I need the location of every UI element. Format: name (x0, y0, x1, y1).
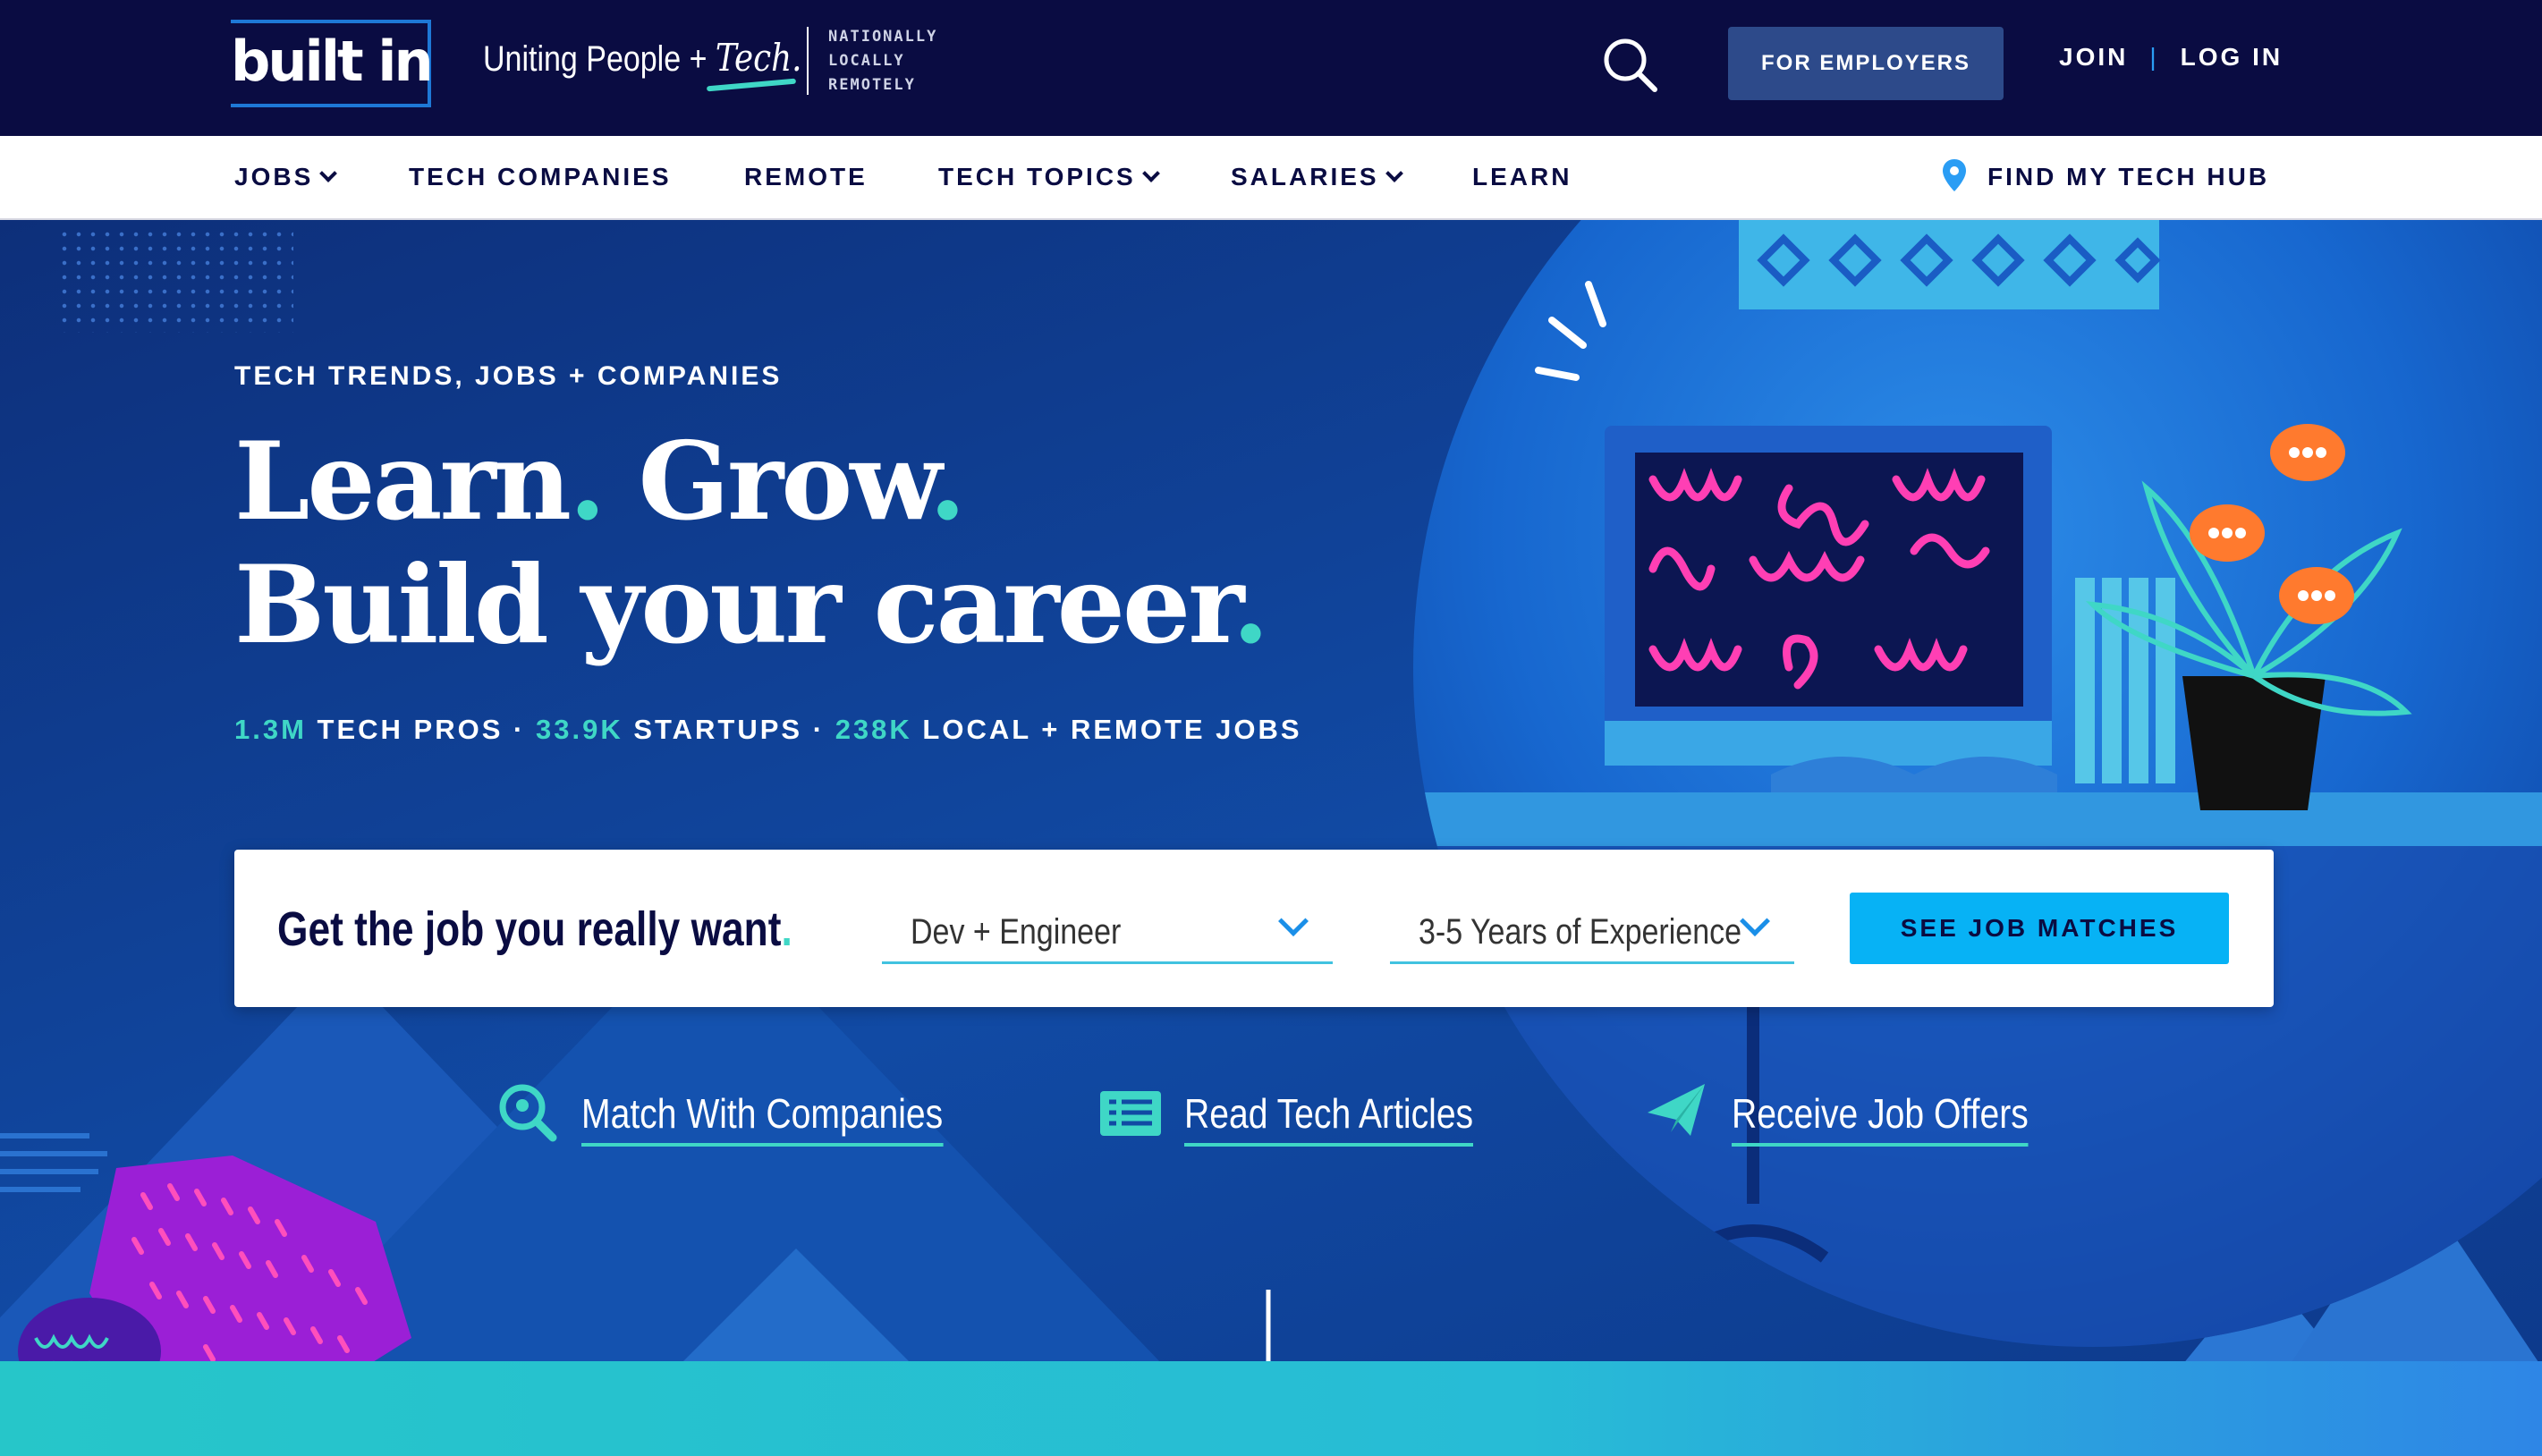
feature-label: Receive Job Offers (1732, 1089, 2029, 1147)
reach-nationally: NATIONALLY (828, 28, 938, 46)
nav-learn[interactable]: LEARN (1472, 163, 1572, 191)
builtin-logo[interactable]: built in (231, 21, 434, 102)
headline-learn: Learn (234, 419, 572, 545)
search-icon[interactable] (1601, 36, 1660, 95)
headline-grow: Grow (638, 419, 932, 545)
reach-list: NATIONALLY LOCALLY REMOTELY (828, 25, 937, 97)
hero-section: TECH TRENDS, JOBS + COMPANIES Learn. Gro… (0, 220, 2542, 1361)
job-card-title-text: Get the job you really want (277, 902, 782, 956)
nav-tech-companies[interactable]: TECH COMPANIES (409, 163, 672, 191)
nav-tech-topics-label: TECH TOPICS (938, 163, 1136, 190)
stat-startups-label: STARTUPS (633, 714, 803, 745)
hero-eyebrow: TECH TRENDS, JOBS + COMPANIES (234, 361, 783, 391)
hero-headline: Learn. Grow. Build your career. (234, 420, 1269, 668)
see-job-matches-button[interactable]: SEE JOB MATCHES (1850, 893, 2229, 964)
nav-remote[interactable]: REMOTE (744, 163, 868, 191)
nav-salaries[interactable]: SALARIES (1231, 163, 1403, 191)
main-nav: JOBS TECH COMPANIES REMOTE TECH TOPICS S… (0, 136, 2542, 220)
reach-locally: LOCALLY (828, 52, 905, 70)
desk-scene-art (1413, 220, 2542, 1347)
for-employers-button[interactable]: FOR EMPLOYERS (1728, 27, 2004, 100)
category-select-value: Dev + Engineer (911, 912, 1122, 952)
feature-match-companies[interactable]: Match With Companies (496, 1080, 961, 1152)
headline-dot: . (568, 419, 606, 545)
top-header: built in Uniting People + Tech. NATIONAL… (0, 0, 2542, 136)
nav-salaries-label: SALARIES (1231, 163, 1379, 190)
dot-pattern (57, 227, 293, 333)
headline-line-1: Learn. Grow. (234, 420, 1267, 544)
experience-select-value: 3-5 Years of Experience (1419, 912, 1742, 952)
feature-read-articles[interactable]: Read Tech Articles (1098, 1080, 1510, 1152)
reach-remotely: REMOTELY (828, 76, 916, 94)
tagline-divider (807, 27, 809, 95)
stat-pros-label: TECH PROS (317, 714, 504, 745)
headline-dot: . (928, 419, 967, 545)
nav-tech-topics[interactable]: TECH TOPICS (938, 163, 1160, 191)
stat-startups-number: 33.9K (535, 714, 623, 745)
stat-bullet: · (812, 714, 826, 745)
nav-jobs-label: JOBS (234, 163, 314, 190)
workspace-illustration (1413, 220, 2542, 1347)
feature-label: Read Tech Articles (1184, 1089, 1474, 1147)
decor-mountain (680, 1249, 912, 1361)
auth-separator: | (2149, 43, 2159, 71)
chevron-down-icon (1141, 165, 1160, 182)
headline-build: Build your career (234, 542, 1234, 668)
job-search-card: Get the job you really want. Dev + Engin… (234, 850, 2274, 1007)
hero-stats: 1.3M TECH PROS · 33.9K STARTUPS · 238K L… (234, 714, 1302, 746)
stat-jobs-number: 238K (835, 714, 912, 745)
tagline-tech: Tech. (715, 36, 802, 80)
find-tech-hub-link[interactable]: FIND MY TECH HUB (1987, 163, 2269, 191)
headline-line-2: Build your career. (234, 542, 1269, 668)
join-link[interactable]: JOIN (2059, 43, 2128, 72)
section-divider-band (0, 1361, 2542, 1456)
search-pin-icon (499, 1084, 557, 1142)
tagline-underline (706, 78, 797, 92)
feature-label: Match With Companies (581, 1089, 944, 1147)
paper-plane-icon (1648, 1084, 1705, 1136)
stat-bullet: · (513, 714, 526, 745)
experience-select[interactable]: 3-5 Years of Experience (1390, 900, 1794, 964)
arrow-down-icon[interactable] (1241, 1290, 1295, 1361)
nav-jobs[interactable]: JOBS (234, 163, 338, 191)
title-dot: . (781, 902, 792, 956)
headline-dot: . (1232, 542, 1269, 668)
tagline-prefix: Uniting People + (483, 39, 708, 79)
login-link[interactable]: LOG IN (2181, 43, 2283, 72)
chevron-down-icon (1278, 906, 1309, 936)
chevron-down-icon (1385, 165, 1403, 182)
tagline: Uniting People + Tech. (483, 36, 801, 80)
stat-jobs-label: LOCAL + REMOTE JOBS (922, 714, 1302, 745)
chevron-down-icon (319, 165, 338, 182)
feature-receive-offers[interactable]: Receive Job Offers (1646, 1080, 2057, 1152)
auth-links: JOIN | LOG IN (2059, 43, 2283, 72)
location-pin-icon (1943, 159, 1966, 191)
decor-stripes-blob (0, 1133, 411, 1361)
stat-pros-number: 1.3M (234, 714, 307, 745)
chevron-down-icon (1740, 906, 1770, 936)
category-select[interactable]: Dev + Engineer (882, 900, 1333, 964)
newspaper-icon (1100, 1091, 1161, 1136)
job-card-title: Get the job you really want. (277, 902, 792, 957)
